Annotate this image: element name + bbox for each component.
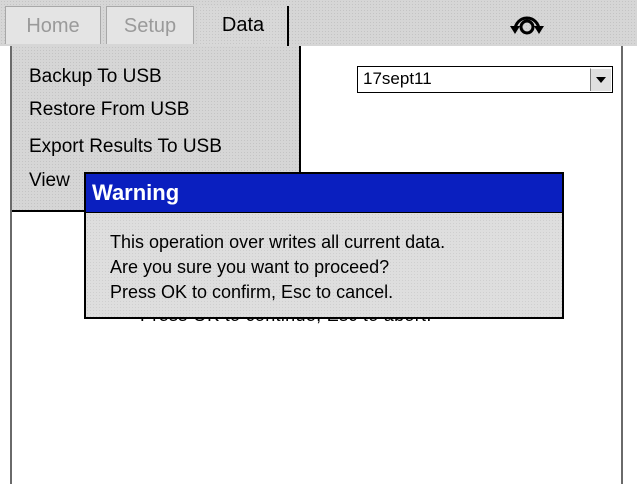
dialog-title-bar: Warning (86, 174, 562, 212)
dialog-divider (86, 212, 562, 213)
warning-dialog: Warning This operation over writes all c… (84, 172, 564, 319)
menu-item-backup-usb[interactable]: Backup To USB (29, 66, 162, 88)
dialog-message-line-2: Are you sure you want to proceed? (110, 257, 390, 277)
device-screen: Home Setup Data Press OK to continue, Es… (0, 0, 637, 484)
menu-item-export-results-usb[interactable]: Export Results To USB (29, 136, 222, 158)
dataset-select[interactable]: 17sept11 (357, 66, 613, 93)
tab-data[interactable]: Data (199, 6, 289, 46)
dataset-select-value: 17sept11 (363, 69, 432, 88)
chevron-down-icon[interactable] (590, 68, 611, 91)
tab-bar: Home Setup Data (0, 0, 637, 46)
dialog-message-line-1: This operation over writes all current d… (110, 232, 446, 252)
dialog-title: Warning (92, 180, 180, 205)
menu-item-view[interactable]: View (29, 170, 70, 192)
menu-item-restore-usb[interactable]: Restore From USB (29, 99, 189, 121)
sync-icon[interactable] (505, 4, 549, 40)
tab-home[interactable]: Home (5, 6, 101, 44)
dialog-message-line-3: Press OK to confirm, Esc to cancel. (110, 282, 394, 302)
tab-setup[interactable]: Setup (106, 6, 194, 44)
